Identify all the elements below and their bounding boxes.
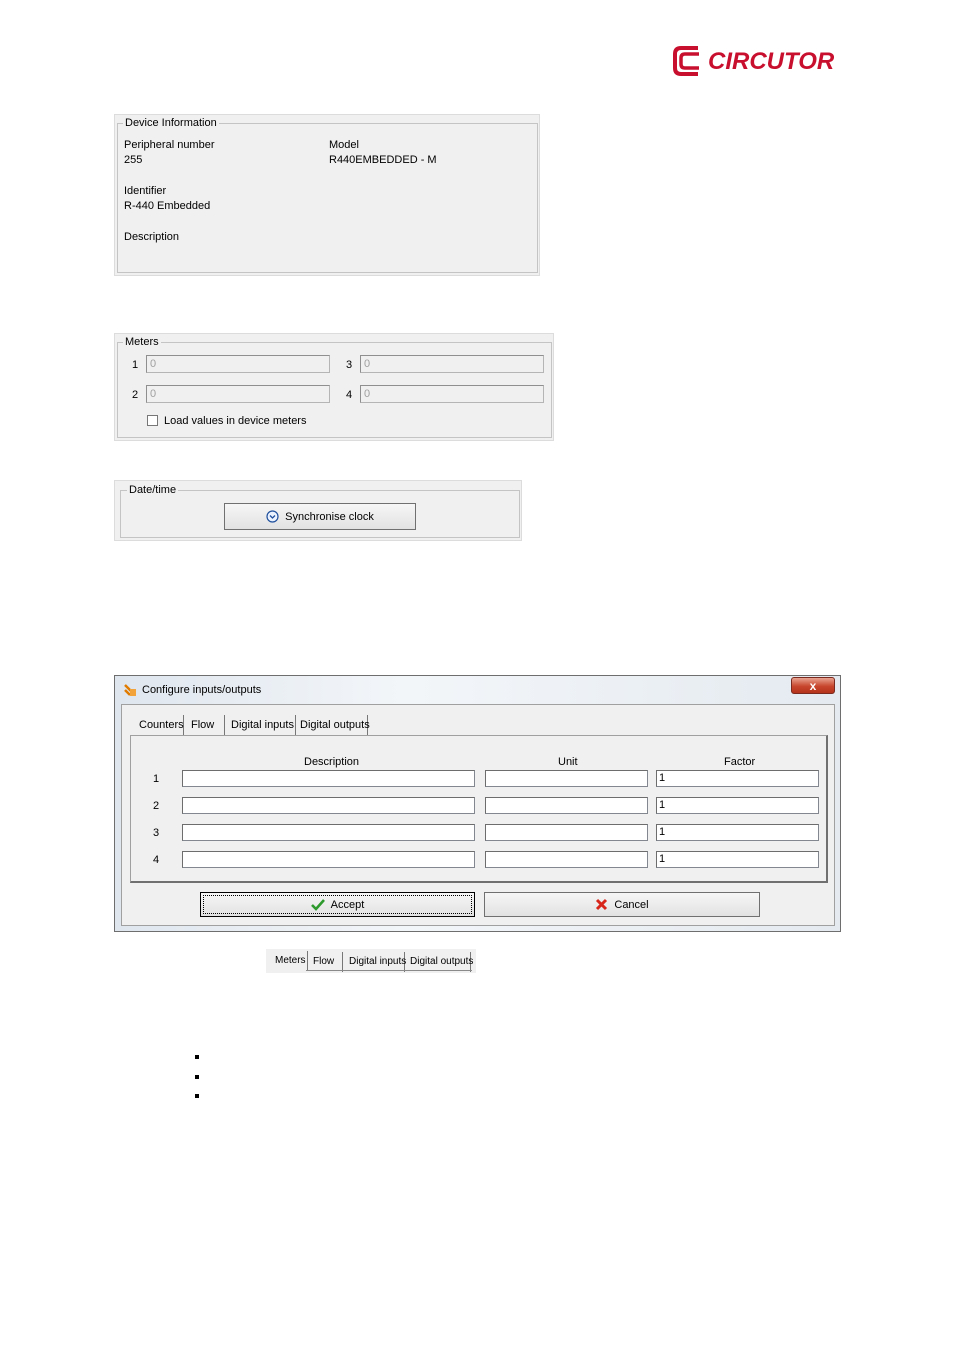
row-1-description-input[interactable] — [182, 770, 475, 787]
identifier-label: Identifier — [124, 185, 167, 197]
column-header-unit: Unit — [558, 756, 578, 768]
meter-2-input[interactable]: 0 — [146, 385, 330, 403]
row-1-unit-input[interactable] — [485, 770, 648, 787]
synchronise-clock-label: Synchronise clock — [285, 510, 374, 523]
clock-icon — [266, 510, 279, 523]
row-3-unit-input[interactable] — [485, 824, 648, 841]
bullet-1 — [195, 1055, 199, 1059]
column-header-factor: Factor — [724, 756, 756, 768]
circutor-logo: CIRCUTOR — [672, 44, 847, 80]
app-icon — [124, 684, 136, 696]
column-header-description: Description — [304, 756, 360, 768]
check-icon — [310, 898, 325, 911]
row-4-unit-input[interactable] — [485, 851, 648, 868]
row-1-factor-input[interactable]: 1 — [656, 770, 819, 787]
load-values-checkbox[interactable] — [147, 415, 158, 426]
meter-4-input[interactable]: 0 — [360, 385, 544, 403]
synchronise-clock-button[interactable]: Synchronise clock — [224, 503, 416, 530]
circutor-logo-icon — [673, 46, 699, 76]
device-information-panel: Device Information Peripheral number 255… — [114, 114, 540, 276]
tab-meters[interactable]: Meters — [272, 951, 308, 971]
tab-strip-digital-inputs[interactable]: Digital inputs — [346, 952, 406, 972]
cross-icon — [596, 898, 608, 911]
meters-legend: Meters — [123, 336, 161, 349]
row-1-number: 1 — [153, 773, 160, 785]
accept-label: Accept — [330, 898, 365, 911]
bullet-2 — [195, 1075, 199, 1079]
close-icon: x — [809, 678, 817, 693]
meter-2-number: 2 — [132, 389, 139, 401]
row-3-factor-input[interactable]: 1 — [656, 824, 819, 841]
bullet-3 — [195, 1094, 199, 1098]
peripheral-number-label: Peripheral number — [124, 139, 215, 151]
tab-flow[interactable]: Flow — [188, 715, 225, 735]
row-4-number: 4 — [153, 854, 160, 866]
meters-panel: Meters 1 0 2 0 3 0 4 0 Load values in de… — [114, 333, 554, 441]
row-3-number: 3 — [153, 827, 160, 839]
tab-counters[interactable]: Counters — [136, 715, 184, 735]
counters-tab-panel: Description Unit Factor 1 1 2 1 3 1 4 1 — [130, 735, 828, 883]
tab-strip-flow[interactable]: Flow — [310, 952, 343, 972]
datetime-panel: Date/time Synchronise clock — [114, 480, 522, 541]
row-2-unit-input[interactable] — [485, 797, 648, 814]
brand-name: CIRCUTOR — [708, 48, 835, 75]
meter-3-input[interactable]: 0 — [360, 355, 544, 373]
datetime-legend: Date/time — [127, 484, 179, 497]
device-information-legend: Device Information — [123, 117, 219, 130]
model-label: Model — [329, 139, 359, 151]
model-value: R440EMBEDDED - M — [329, 154, 437, 166]
tab-strip-baseline — [306, 970, 472, 971]
row-4-factor-input[interactable]: 1 — [656, 851, 819, 868]
row-2-number: 2 — [153, 800, 160, 812]
row-2-factor-input[interactable]: 1 — [656, 797, 819, 814]
tab-strip-digital-outputs[interactable]: Digital outputs — [407, 952, 473, 972]
dialog-body: Counters Flow Digital inputs Digital out… — [121, 704, 835, 926]
meter-3-number: 3 — [346, 359, 353, 371]
meter-1-number: 1 — [132, 359, 139, 371]
meters-tab-strip: Meters Flow Digital inputs Digital outpu… — [266, 949, 476, 973]
accept-button[interactable]: Accept — [200, 892, 475, 917]
tab-digital-inputs[interactable]: Digital inputs — [228, 715, 296, 735]
row-3-description-input[interactable] — [182, 824, 475, 841]
load-values-label: Load values in device meters — [164, 415, 307, 427]
description-label: Description — [124, 231, 180, 243]
row-2-description-input[interactable] — [182, 797, 475, 814]
meter-1-input[interactable]: 0 — [146, 355, 330, 373]
dialog-tab-strip: Counters Flow Digital inputs Digital out… — [136, 715, 396, 735]
dialog-title: Configure inputs/outputs — [142, 684, 262, 696]
configure-io-dialog: Configure inputs/outputs x Counters Flow… — [114, 675, 841, 932]
identifier-value: R-440 Embedded — [124, 200, 211, 212]
close-button[interactable]: x — [791, 677, 835, 694]
cancel-button[interactable]: Cancel — [484, 892, 760, 917]
peripheral-number-value: 255 — [124, 154, 143, 166]
meter-4-number: 4 — [346, 389, 353, 401]
cancel-label: Cancel — [614, 898, 649, 911]
tab-digital-outputs[interactable]: Digital outputs — [297, 715, 370, 735]
row-4-description-input[interactable] — [182, 851, 475, 868]
